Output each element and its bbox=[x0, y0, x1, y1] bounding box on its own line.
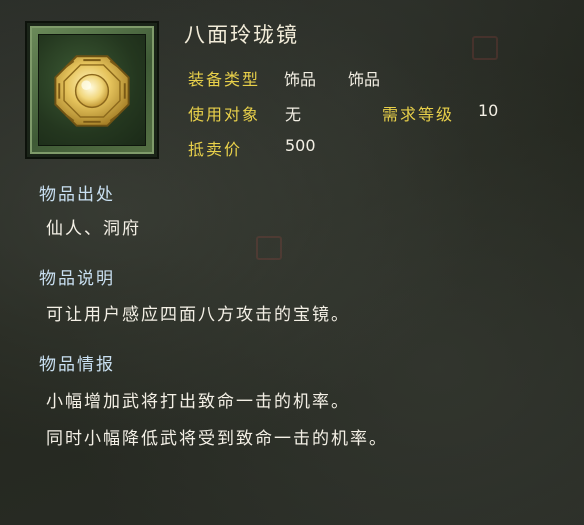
use-target-value: 无 bbox=[285, 105, 302, 124]
background-watermark-top bbox=[472, 36, 502, 60]
origin-section-title: 物品出处 bbox=[39, 185, 115, 205]
origin-section-text: 仙人、洞府 bbox=[46, 219, 141, 239]
equipment-type-label: 装备类型 bbox=[188, 70, 261, 89]
required-level-label: 需求等级 bbox=[382, 105, 455, 124]
sell-price-label: 抵卖价 bbox=[188, 140, 243, 159]
info-section-line-2: 同时小幅降低武将受到致命一击的机率。 bbox=[46, 429, 388, 449]
description-section-text: 可让用户感应四面八方攻击的宝镜。 bbox=[46, 305, 350, 325]
bagua-mirror-icon bbox=[38, 34, 146, 146]
equipment-subtype-value: 饰品 bbox=[348, 70, 381, 89]
info-section-title: 物品情报 bbox=[39, 355, 115, 375]
info-section-line-1: 小幅增加武将打出致命一击的机率。 bbox=[46, 392, 350, 412]
equipment-type-value: 饰品 bbox=[284, 70, 317, 89]
item-name: 八面玲珑镜 bbox=[184, 23, 299, 47]
item-tooltip-panel: 八面玲珑镜 装备类型 饰品 饰品 使用对象 无 需求等级 10 抵卖价 500 … bbox=[0, 0, 584, 525]
required-level-value: 10 bbox=[478, 101, 499, 120]
use-target-label: 使用对象 bbox=[188, 105, 261, 124]
background-watermark-middle bbox=[256, 236, 286, 260]
description-section-title: 物品说明 bbox=[39, 269, 115, 289]
sell-price-value: 500 bbox=[285, 136, 316, 155]
item-icon-frame bbox=[25, 21, 159, 159]
